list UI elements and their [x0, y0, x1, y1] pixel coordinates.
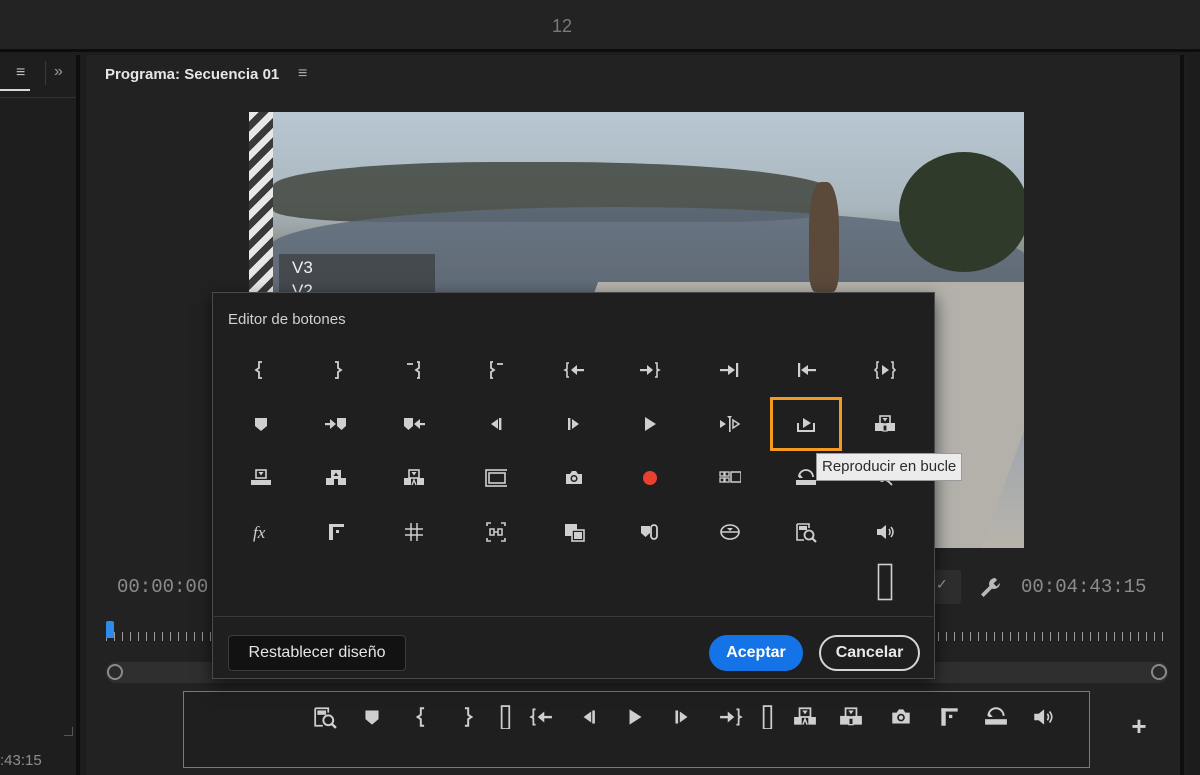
add-marker-icon[interactable]	[239, 405, 283, 443]
spacer-icon[interactable]	[489, 700, 523, 734]
tooltip: Reproducir en bucle	[816, 453, 963, 481]
fx-icon[interactable]: fx	[239, 513, 283, 551]
premiere-window: 12 ≡ » :43:15 Programa: Secuencia 01 ≡ V…	[0, 0, 1200, 775]
go-to-next-marker-icon[interactable]	[314, 405, 358, 443]
go-to-next-edit-icon[interactable]	[708, 351, 752, 389]
resize-corner[interactable]	[64, 727, 73, 736]
overwrite-icon[interactable]	[834, 700, 868, 734]
go-to-in-icon[interactable]	[552, 351, 596, 389]
cancel-button[interactable]: Cancelar	[819, 635, 920, 671]
step-back-icon[interactable]	[474, 405, 518, 443]
play-around-icon[interactable]	[708, 405, 752, 443]
go-to-previous-marker-icon[interactable]	[392, 405, 436, 443]
spacer-icon[interactable]	[863, 563, 907, 601]
wrench-icon[interactable]	[976, 574, 1004, 602]
active-tab-underline	[0, 89, 30, 91]
separator	[45, 61, 46, 85]
proxy-toggle-icon[interactable]	[474, 513, 518, 551]
accept-button[interactable]: Aceptar	[709, 635, 803, 671]
show-rulers-icon[interactable]	[392, 513, 436, 551]
mark-out-icon[interactable]	[314, 351, 358, 389]
play-icon[interactable]	[618, 700, 652, 734]
loop-playback-icon[interactable]	[770, 397, 842, 451]
program-title[interactable]: Programa: Secuencia 01	[105, 66, 279, 83]
button-editor-dialog: Editor de botones Restablecer diseño Ace…	[212, 292, 935, 679]
step-forward-icon[interactable]	[552, 405, 596, 443]
top-strip: 12	[0, 0, 1200, 52]
insert-icon[interactable]	[788, 700, 822, 734]
panel-menu-icon[interactable]: ≡	[16, 64, 25, 82]
video-tree	[899, 152, 1024, 272]
frame-icon[interactable]	[552, 513, 596, 551]
dialog-title: Editor de botones	[228, 311, 346, 328]
comparison-view-icon[interactable]	[932, 700, 966, 734]
zoom-handle-right[interactable]	[1151, 664, 1167, 680]
dialog-divider	[214, 616, 933, 617]
program-menu-icon[interactable]: ≡	[298, 65, 307, 83]
extract-icon[interactable]	[314, 459, 358, 497]
reset-layout-button[interactable]: Restablecer diseño	[228, 635, 406, 671]
export-frame-icon[interactable]	[884, 700, 918, 734]
zoom-to-fit-icon[interactable]	[308, 700, 342, 734]
lift-icon[interactable]	[239, 459, 283, 497]
spacer-icon[interactable]	[751, 700, 785, 734]
double-chevron-icon[interactable]: »	[54, 63, 63, 81]
left-timecode: :43:15	[0, 752, 42, 769]
go-to-previous-edit-icon[interactable]	[784, 351, 828, 389]
go-to-in-icon[interactable]	[524, 700, 558, 734]
play-icon[interactable]	[628, 405, 672, 443]
play-in-to-out-icon[interactable]	[863, 351, 907, 389]
playhead[interactable]	[106, 621, 114, 638]
transport-controls	[183, 691, 1090, 768]
vr-video-icon[interactable]	[708, 513, 752, 551]
mark-clip-in-icon[interactable]	[392, 351, 436, 389]
top-number: 12	[551, 16, 573, 36]
duration-timecode: 00:04:43:15	[1021, 576, 1147, 598]
zoom-handle-left[interactable]	[107, 664, 123, 680]
comparison-view-icon[interactable]	[314, 513, 358, 551]
header-divider	[0, 97, 76, 98]
record-icon[interactable]	[628, 459, 672, 497]
trim-icon[interactable]	[979, 700, 1013, 734]
link-icon[interactable]	[628, 513, 672, 551]
check-icon: ✓	[936, 576, 948, 592]
step-back-icon[interactable]	[572, 700, 606, 734]
overlay-v3: V3	[292, 258, 313, 277]
volume-icon[interactable]	[863, 513, 907, 551]
go-to-out-icon[interactable]	[714, 700, 748, 734]
mark-clip-out-icon[interactable]	[474, 351, 518, 389]
export-frame-icon[interactable]	[552, 459, 596, 497]
right-panel-edge	[1188, 55, 1200, 775]
safe-margins-icon[interactable]	[474, 459, 518, 497]
go-to-out-icon[interactable]	[628, 351, 672, 389]
mark-in-icon[interactable]	[406, 700, 440, 734]
add-marker-icon[interactable]	[355, 700, 389, 734]
volume-icon[interactable]	[1026, 700, 1060, 734]
insert-icon[interactable]	[392, 459, 436, 497]
multi-camera-icon[interactable]	[708, 459, 752, 497]
overwrite-icon[interactable]	[863, 405, 907, 443]
button-editor-add-button[interactable]: +	[1125, 711, 1153, 741]
left-panel: ≡ » :43:15	[0, 55, 80, 775]
mark-out-icon[interactable]	[449, 700, 483, 734]
svg-text:fx: fx	[253, 523, 266, 542]
step-forward-icon[interactable]	[665, 700, 699, 734]
video-person	[809, 182, 839, 292]
mark-in-icon[interactable]	[239, 351, 283, 389]
zoom-to-fit-icon[interactable]	[784, 513, 828, 551]
